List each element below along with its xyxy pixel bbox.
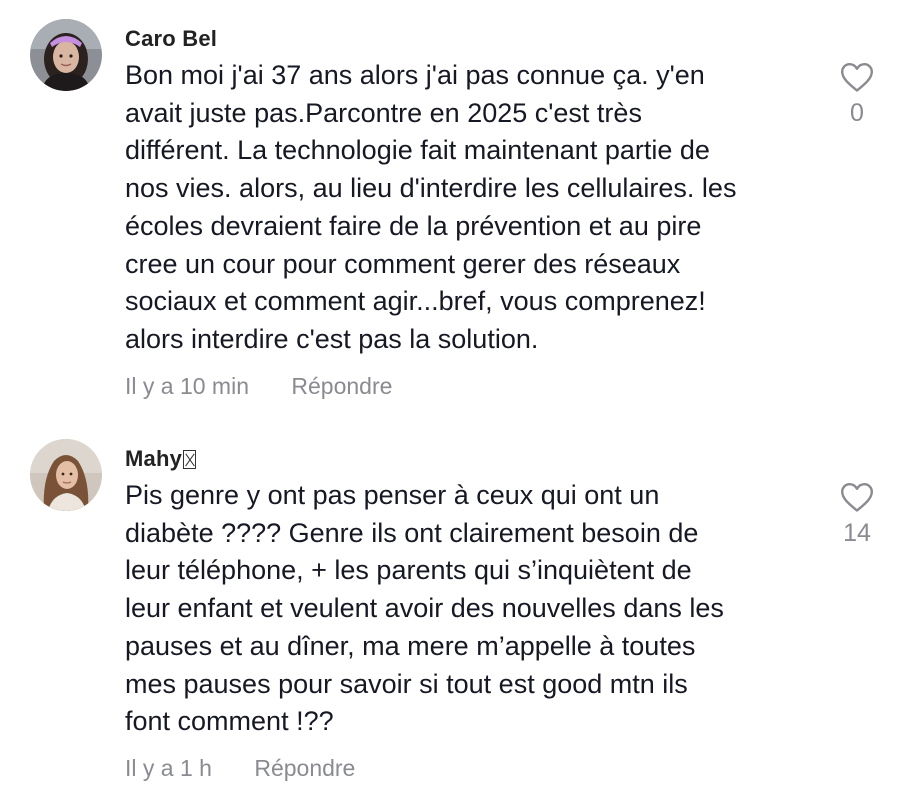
like-count: 14: [843, 519, 871, 547]
reply-button[interactable]: Répondre: [254, 755, 355, 782]
comment-time: Il y a 1 h: [125, 755, 212, 781]
comment-author[interactable]: Mahy: [125, 446, 197, 472]
comment-item: Caro Bel Bon moi j'ai 37 ans alors j'ai …: [0, 0, 910, 420]
avatar-woman-purple-headband-icon: [30, 19, 102, 91]
comment-time: Il y a 10 min: [125, 373, 249, 399]
reply-button[interactable]: Répondre: [291, 373, 392, 400]
avatar-girl-brown-hair-icon: [30, 439, 102, 511]
heart-outline-icon: [841, 63, 873, 92]
like-count: 0: [850, 99, 864, 127]
like-button[interactable]: 0: [832, 62, 882, 128]
heart-outline-icon: [841, 483, 873, 512]
comment-meta: Il y a 1 h Répondre: [125, 755, 355, 782]
comment-author-name: Mahy: [125, 446, 183, 471]
missing-glyph-icon: [183, 450, 197, 469]
like-button[interactable]: 14: [832, 482, 882, 548]
comment-meta: Il y a 10 min Répondre: [125, 373, 392, 400]
avatar[interactable]: [30, 439, 102, 511]
avatar[interactable]: [30, 19, 102, 91]
comment-author[interactable]: Caro Bel: [125, 26, 217, 52]
comment-text: Bon moi j'ai 37 ans alors j'ai pas connu…: [125, 60, 737, 354]
comment-item: Mahy Pis genre y ont pas penser à ceux q…: [0, 420, 910, 800]
comment-text: Pis genre y ont pas penser à ceux qui on…: [125, 480, 724, 737]
